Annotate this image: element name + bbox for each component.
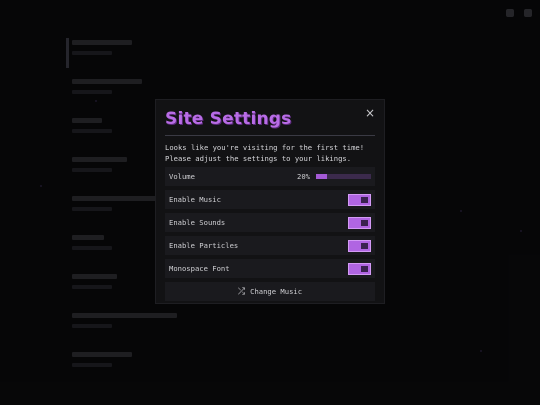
toggle-knob xyxy=(361,265,368,272)
dialog-title: Site Settings xyxy=(165,109,292,129)
volume-slider[interactable] xyxy=(316,174,371,179)
site-settings-dialog: × Site Settings Looks like you're visiti… xyxy=(155,99,385,304)
volume-label: Volume xyxy=(169,172,195,181)
toggle-knob xyxy=(361,196,368,203)
monospace-font-toggle[interactable] xyxy=(348,262,371,275)
setting-label: Enable Sounds xyxy=(169,218,226,227)
intro-line: Looks like you're visiting for the first… xyxy=(165,143,365,152)
setting-label: Monospace Font xyxy=(169,264,230,273)
enable-particles-toggle[interactable] xyxy=(348,239,371,252)
setting-row-monospace-font: Monospace Font xyxy=(165,259,375,278)
intro-line: Please adjust the settings to your likin… xyxy=(165,154,352,163)
setting-row-enable-particles: Enable Particles xyxy=(165,236,375,255)
shuffle-icon: ⤮ xyxy=(237,286,246,297)
setting-row-enable-music: Enable Music xyxy=(165,190,375,209)
setting-row-enable-sounds: Enable Sounds xyxy=(165,213,375,232)
volume-row: Volume 20% xyxy=(165,167,375,186)
intro-text: Looks like you're visiting for the first… xyxy=(165,142,375,164)
change-music-label: Change Music xyxy=(250,287,303,296)
toggle-knob xyxy=(361,242,368,249)
volume-slider-fill xyxy=(316,174,327,179)
setting-label: Enable Music xyxy=(169,195,221,204)
title-divider xyxy=(165,135,375,136)
enable-sounds-toggle[interactable] xyxy=(348,216,371,229)
close-icon[interactable]: × xyxy=(365,107,375,119)
setting-label: Enable Particles xyxy=(169,241,239,250)
change-music-button[interactable]: ⤮ Change Music xyxy=(165,282,375,301)
enable-music-toggle[interactable] xyxy=(348,193,371,206)
toggle-knob xyxy=(361,219,368,226)
volume-value: 20% xyxy=(297,172,310,181)
